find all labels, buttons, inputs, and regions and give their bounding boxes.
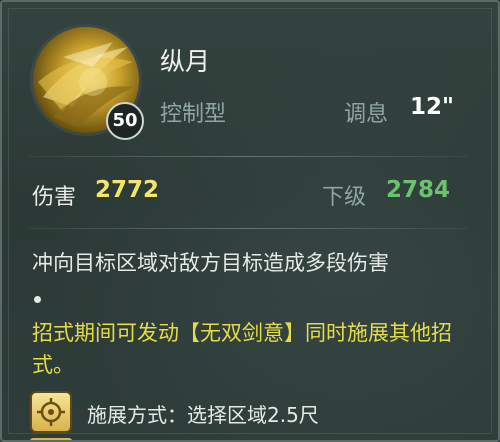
cooldown-value: 12" bbox=[410, 94, 454, 120]
skill-level-badge: 50 bbox=[106, 102, 144, 140]
next-level-value: 2784 bbox=[386, 177, 451, 203]
skill-name: 纵月 bbox=[160, 47, 211, 76]
skill-note: 招式期间可发动【无双剑意】同时施展其他招式。 bbox=[32, 321, 452, 377]
skill-description: 冲向目标区域对敌方目标造成多段伤害 bbox=[32, 251, 389, 275]
skill-icon-wrapper: 50 bbox=[30, 24, 144, 140]
next-level-label: 下级 bbox=[322, 185, 367, 210]
damage-label: 伤害 bbox=[32, 185, 77, 210]
divider bbox=[28, 156, 468, 157]
skill-tooltip-panel: 50 纵月 控制型 调息 12" 伤害 2772 下级 2784 冲向目标区域对… bbox=[0, 0, 500, 442]
description-period-dot bbox=[34, 296, 41, 303]
next-icon-edge bbox=[30, 438, 72, 440]
cooldown-label: 调息 bbox=[344, 102, 389, 127]
target-area-icon bbox=[30, 391, 72, 433]
damage-value: 2772 bbox=[95, 177, 160, 203]
skill-type: 控制型 bbox=[160, 102, 227, 127]
cast-method-text: 施展方式：选择区域2.5尺 bbox=[87, 403, 319, 427]
divider bbox=[28, 228, 468, 229]
